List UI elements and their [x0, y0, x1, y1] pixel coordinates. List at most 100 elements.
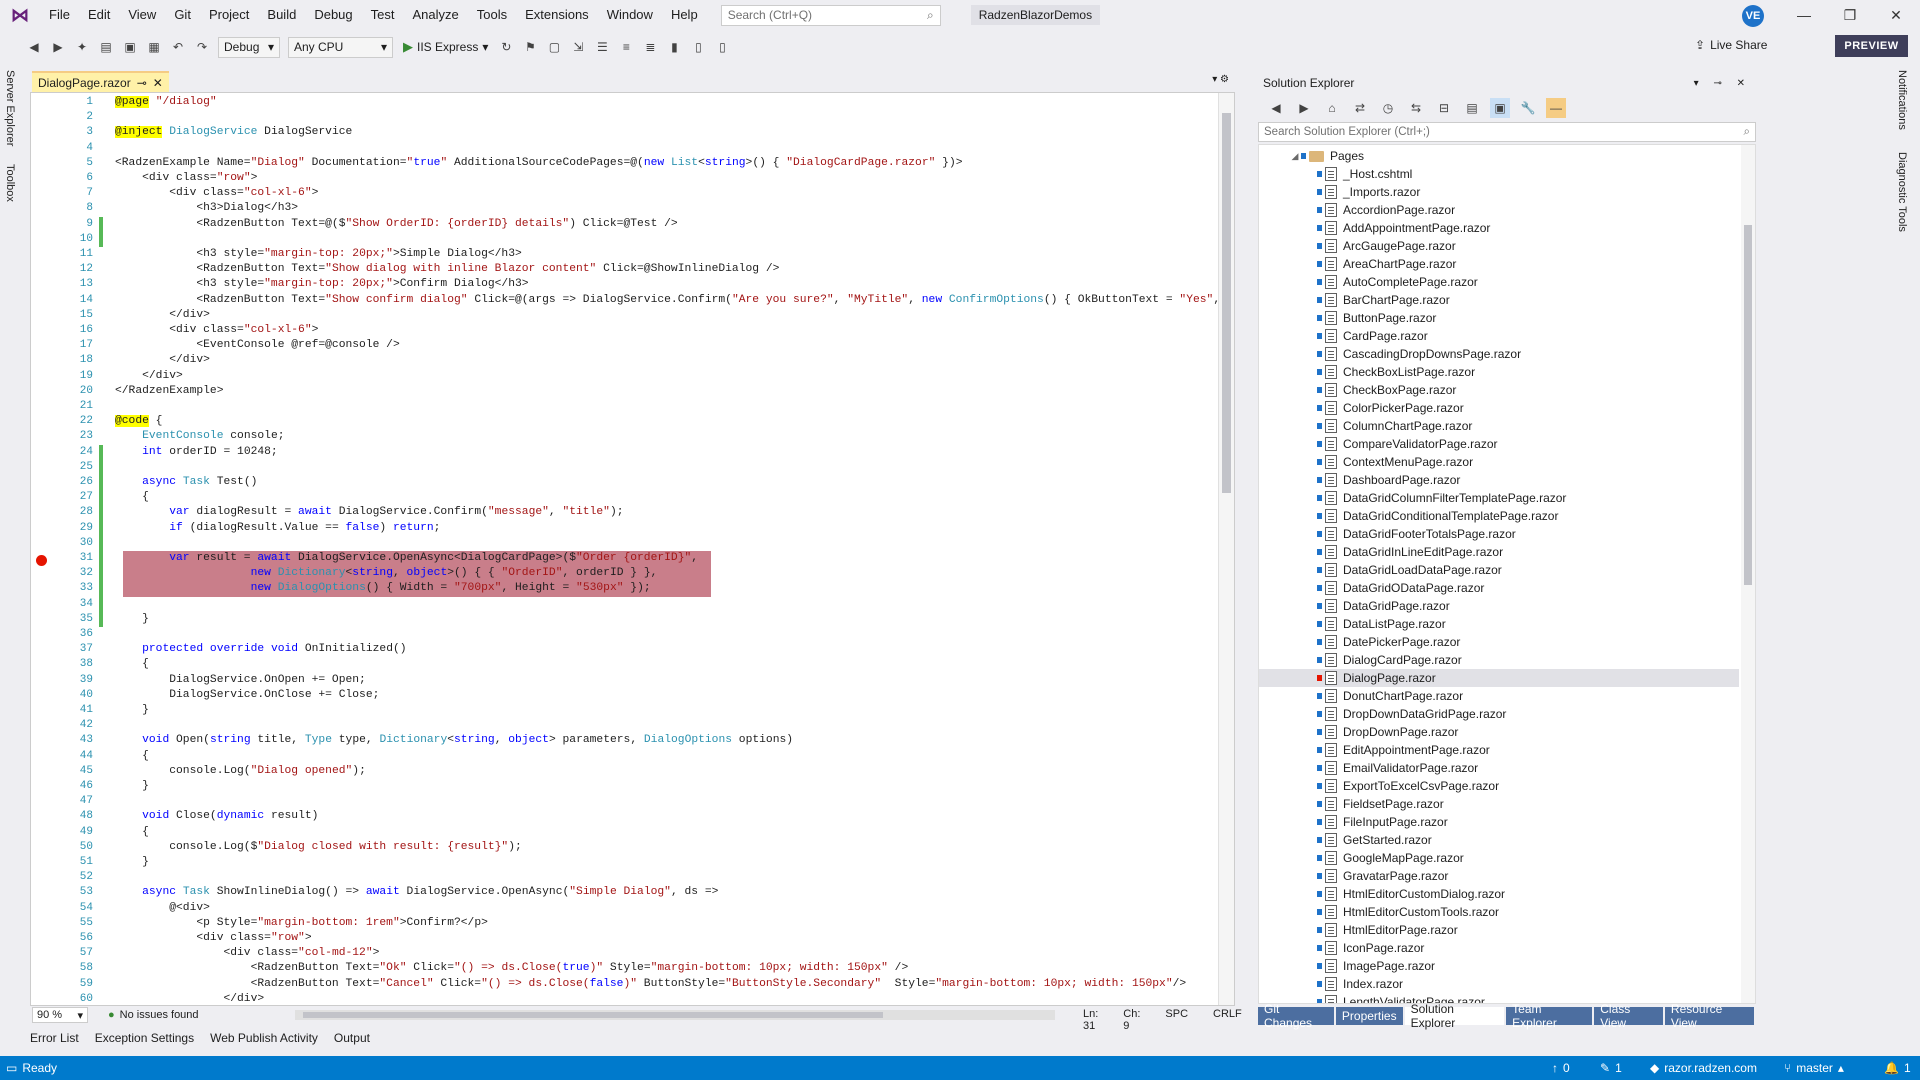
solution-file-item[interactable]: CardPage.razor	[1259, 327, 1739, 345]
close-tab-icon[interactable]: ✕	[153, 76, 163, 90]
solution-file-item[interactable]: DialogCardPage.razor	[1259, 651, 1739, 669]
code-line[interactable]: </div>	[115, 308, 210, 323]
solution-file-item[interactable]: LengthValidatorPage.razor	[1259, 993, 1739, 1003]
preview-selected-icon[interactable]: ▣	[1490, 98, 1510, 118]
home-icon[interactable]: ⌂	[1322, 98, 1342, 118]
save-all-icon[interactable]: ▦	[144, 37, 164, 57]
format-icon[interactable]: ☰	[592, 37, 612, 57]
solution-file-item[interactable]: CascadingDropDownsPage.razor	[1259, 345, 1739, 363]
solution-file-item[interactable]: HtmlEditorCustomDialog.razor	[1259, 885, 1739, 903]
remote-repo-indicator[interactable]: ◆ razor.radzen.com	[1650, 1056, 1757, 1080]
live-share-button[interactable]: ⇪ Live Share	[1695, 38, 1767, 52]
code-line[interactable]: <p Style="margin-bottom: 1rem">Confirm?<…	[115, 916, 488, 931]
solution-file-item[interactable]: ColorPickerPage.razor	[1259, 399, 1739, 417]
code-line[interactable]: {	[115, 657, 149, 672]
scrollbar-thumb[interactable]	[303, 1012, 883, 1018]
editor-vertical-scrollbar[interactable]	[1218, 93, 1234, 1005]
zoom-select[interactable]: 90 % ▾	[32, 1007, 88, 1023]
code-line[interactable]: }	[115, 855, 149, 870]
solution-file-item[interactable]: ArcGaugePage.razor	[1259, 237, 1739, 255]
code-line[interactable]: new Dictionary<string, object>() { { "Or…	[115, 566, 658, 581]
code-line[interactable]: var result = await DialogService.OpenAsy…	[115, 551, 698, 566]
solution-file-item[interactable]: BarChartPage.razor	[1259, 291, 1739, 309]
code-line[interactable]: <h3 style="margin-top: 20px;">Confirm Di…	[115, 277, 528, 292]
line-indicator[interactable]: Ln: 31	[1083, 1008, 1098, 1032]
solution-file-item[interactable]: Index.razor	[1259, 975, 1739, 993]
git-push-indicator[interactable]: ↑ 0	[1552, 1056, 1570, 1080]
code-line[interactable]: </div>	[115, 353, 210, 368]
server-explorer-tab[interactable]: Server Explorer	[4, 70, 16, 146]
code-line[interactable]: <div class="row">	[115, 171, 257, 186]
line-ending-indicator[interactable]: CRLF	[1213, 1008, 1242, 1032]
code-line[interactable]: DialogService.OnOpen += Open;	[115, 673, 366, 688]
code-line[interactable]: <RadzenButton Text="Ok" Click="() => ds.…	[115, 961, 909, 976]
code-line[interactable]: <div class="col-xl-6">	[115, 323, 318, 338]
code-line[interactable]: <h3>Dialog</h3>	[115, 201, 298, 216]
menu-window[interactable]: Window	[598, 0, 662, 30]
code-line[interactable]: <RadzenButton Text="Cancel" Click="() =>…	[115, 977, 1187, 992]
code-line[interactable]: <RadzenExample Name="Dialog" Documentati…	[115, 156, 963, 171]
code-line[interactable]: console.Log("Dialog opened");	[115, 764, 366, 779]
menu-git[interactable]: Git	[165, 0, 200, 30]
uncomment-icon[interactable]: ≣	[640, 37, 660, 57]
code-line[interactable]: void Open(string title, Type type, Dicti…	[115, 733, 793, 748]
pending-changes-icon[interactable]: ◷	[1378, 98, 1398, 118]
code-line[interactable]: {	[115, 490, 149, 505]
solution-file-item[interactable]: _Imports.razor	[1259, 183, 1739, 201]
search-input[interactable]: Search (Ctrl+Q) ⌕	[720, 4, 941, 26]
pane-tab-class-view[interactable]: Class View	[1594, 1002, 1663, 1030]
code-line[interactable]: EventConsole console;	[115, 429, 284, 444]
configuration-select[interactable]: Debug ▾	[218, 36, 280, 58]
git-changes-indicator[interactable]: ✎ 1	[1600, 1056, 1622, 1080]
menu-debug[interactable]: Debug	[305, 0, 361, 30]
comment-icon[interactable]: ≡	[616, 37, 636, 57]
bottom-tab-web-publish-activity[interactable]: Web Publish Activity	[202, 1031, 326, 1045]
solution-file-item[interactable]: DataGridPage.razor	[1259, 597, 1739, 615]
properties-icon[interactable]: 🔧	[1518, 98, 1538, 118]
solution-file-item[interactable]: ColumnChartPage.razor	[1259, 417, 1739, 435]
solution-file-item[interactable]: FileInputPage.razor	[1259, 813, 1739, 831]
code-line[interactable]: if (dialogResult.Value == false) return;	[115, 521, 440, 536]
solution-file-item[interactable]: DataGridFooterTotalsPage.razor	[1259, 525, 1739, 543]
sync-icon[interactable]: ⇆	[1406, 98, 1426, 118]
code-line[interactable]: <RadzenButton Text="Show confirm dialog"…	[115, 293, 1234, 308]
solution-file-item[interactable]: IconPage.razor	[1259, 939, 1739, 957]
code-line[interactable]: @inject DialogService DialogService	[115, 125, 352, 140]
code-line[interactable]: {	[115, 749, 149, 764]
breakpoint-icon[interactable]	[36, 555, 47, 566]
code-line[interactable]: @page "/dialog"	[115, 95, 217, 110]
undo-icon[interactable]: ↶	[168, 37, 188, 57]
solution-file-item[interactable]: ExportToExcelCsvPage.razor	[1259, 777, 1739, 795]
solution-file-item[interactable]: DatePickerPage.razor	[1259, 633, 1739, 651]
code-line[interactable]: int orderID = 10248;	[115, 445, 278, 460]
pane-tab-properties[interactable]: Properties	[1335, 1007, 1403, 1025]
issues-indicator[interactable]: ● No issues found	[108, 1009, 199, 1021]
menu-edit[interactable]: Edit	[79, 0, 119, 30]
show-all-files-icon[interactable]: ▤	[1462, 98, 1482, 118]
solution-file-item[interactable]: AddAppointmentPage.razor	[1259, 219, 1739, 237]
solution-explorer-scrollbar[interactable]	[1741, 145, 1755, 1003]
expand-arrow-icon[interactable]: ◢	[1289, 151, 1301, 162]
pane-tab-resource-view[interactable]: Resource View	[1664, 1002, 1754, 1030]
code-line[interactable]: async Task ShowInlineDialog() => await D…	[115, 885, 718, 900]
code-line[interactable]: <RadzenButton Text="Show dialog with inl…	[115, 262, 779, 277]
solution-file-item[interactable]: DonutChartPage.razor	[1259, 687, 1739, 705]
back-icon[interactable]: ◀	[24, 37, 44, 57]
solution-file-item[interactable]: ImagePage.razor	[1259, 957, 1739, 975]
minus-icon[interactable]: —	[1546, 98, 1566, 118]
solution-file-item[interactable]: DropDownPage.razor	[1259, 723, 1739, 741]
diagnostic-tools-tab[interactable]: Diagnostic Tools	[1896, 152, 1908, 232]
column-indicator[interactable]: Ch: 9	[1123, 1008, 1140, 1032]
code-line[interactable]: <div class="row">	[115, 931, 311, 946]
whitespace-indicator[interactable]: SPC	[1165, 1008, 1188, 1032]
code-line[interactable]: var dialogResult = await DialogService.C…	[115, 505, 623, 520]
browser-link-icon[interactable]: ⚑	[520, 37, 540, 57]
solution-file-item[interactable]: ButtonPage.razor	[1259, 309, 1739, 327]
menu-project[interactable]: Project	[200, 0, 258, 30]
minimize-button[interactable]: —	[1781, 0, 1827, 30]
tab-list-chevron-icon[interactable]: ▾ ⚙	[1212, 74, 1229, 85]
solution-file-item[interactable]: GetStarted.razor	[1259, 831, 1739, 849]
bottom-tab-output[interactable]: Output	[326, 1031, 378, 1045]
branch-indicator[interactable]: ⑂ master ▴	[1784, 1056, 1844, 1080]
solution-file-item[interactable]: HtmlEditorCustomTools.razor	[1259, 903, 1739, 921]
